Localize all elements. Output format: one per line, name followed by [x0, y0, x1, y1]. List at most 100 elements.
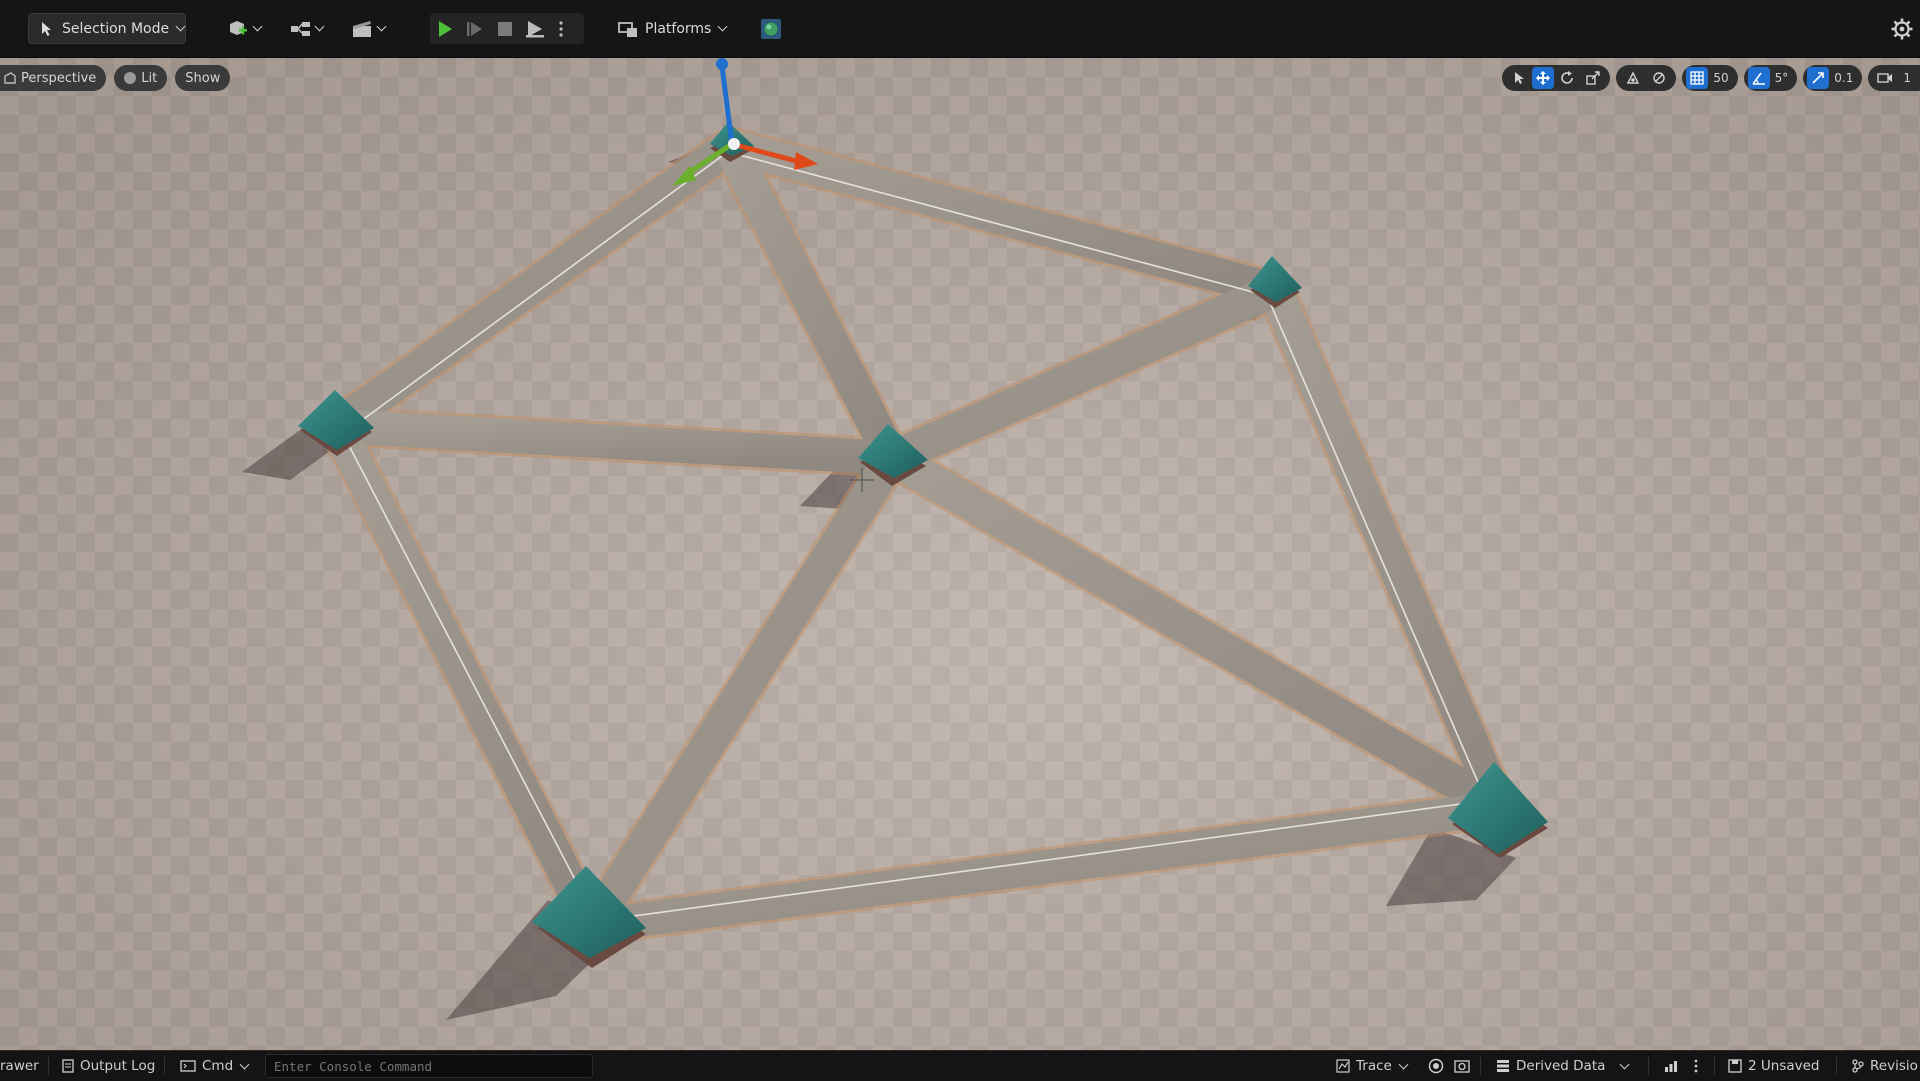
play-controls — [430, 13, 584, 44]
unsaved-icon — [1728, 1059, 1742, 1073]
trace-dropdown[interactable]: Trace — [1336, 1051, 1409, 1081]
unsaved-button[interactable]: 2 Unsaved — [1728, 1051, 1820, 1081]
output-log-icon — [62, 1059, 74, 1073]
perspective-label: Perspective — [21, 70, 97, 86]
stop-button[interactable] — [490, 13, 520, 44]
divider — [1480, 1057, 1481, 1075]
select-tool-button[interactable] — [1506, 65, 1532, 91]
scale-tool-button[interactable] — [1580, 65, 1606, 91]
lit-sphere-icon — [124, 72, 137, 84]
road-network — [319, 126, 1519, 946]
world-local-button[interactable] — [1620, 65, 1646, 91]
scale-snap-toggle[interactable] — [1807, 67, 1830, 89]
grid-snap-toggle[interactable] — [1686, 67, 1709, 89]
advance-frame-button[interactable] — [460, 13, 490, 44]
derived-data-label: Derived Data — [1516, 1058, 1606, 1074]
launch-icon — [526, 20, 544, 37]
angle-icon — [1752, 72, 1765, 85]
source-control-button[interactable] — [758, 13, 784, 44]
sync-options-button[interactable] — [1694, 1051, 1698, 1081]
rotation-snap-group: 5° — [1743, 65, 1798, 91]
more-options-icon — [1694, 1059, 1698, 1073]
selection-mode-button[interactable]: Selection Mode — [28, 13, 186, 44]
scale-snap-icon — [1812, 72, 1825, 84]
platforms-button[interactable]: Platforms — [612, 13, 730, 44]
camera-speed-button[interactable] — [1872, 65, 1898, 91]
selection-mode-label: Selection Mode — [62, 20, 170, 37]
output-log-label: Output Log — [80, 1058, 156, 1074]
rotation-snap-value[interactable]: 5° — [1770, 65, 1794, 91]
perspective-button[interactable]: Perspective — [0, 65, 107, 91]
cinematics-icon — [352, 20, 371, 37]
world-coords-icon — [1627, 71, 1640, 84]
scale-snap-value[interactable]: 0.1 — [1829, 65, 1858, 91]
main-toolbar: Selection Mode Platforms — [0, 0, 1920, 58]
record-trace-button[interactable] — [1428, 1051, 1444, 1081]
settings-icon — [1891, 18, 1913, 40]
divider — [1836, 1057, 1837, 1075]
grid-icon — [1690, 71, 1704, 85]
launch-button[interactable] — [520, 13, 550, 44]
viewport-options-right: 50 5° 0.1 1 — [1502, 65, 1920, 91]
sync-button[interactable] — [1664, 1051, 1678, 1081]
play-icon — [439, 20, 452, 37]
content-drawer-label: rawer — [0, 1058, 39, 1074]
show-label: Show — [185, 70, 221, 86]
cinematics-button[interactable] — [344, 13, 392, 44]
select-arrow-icon — [1515, 72, 1525, 84]
grid-snap-value[interactable]: 50 — [1708, 65, 1733, 91]
derived-data-dropdown[interactable]: Derived Data — [1496, 1051, 1630, 1081]
platforms-icon — [618, 21, 637, 37]
snapshot-button[interactable] — [1454, 1051, 1470, 1081]
divider — [1714, 1057, 1715, 1075]
perspective-icon — [4, 72, 16, 84]
unsaved-label: 2 Unsaved — [1748, 1058, 1820, 1074]
more-options-icon — [559, 20, 563, 37]
scale-snap-group: 0.1 — [1803, 65, 1863, 91]
rotate-icon — [1561, 71, 1574, 84]
trace-icon — [1336, 1059, 1350, 1073]
rotation-snap-toggle[interactable] — [1747, 67, 1770, 89]
level-viewport[interactable]: Perspective Lit Show 50 5° 0.1 1 — [0, 58, 1920, 1050]
lit-label: Lit — [141, 70, 158, 86]
view-mode-button[interactable]: Lit — [114, 65, 168, 91]
output-log-button[interactable]: Output Log — [62, 1051, 155, 1081]
rotate-tool-button[interactable] — [1554, 65, 1580, 91]
console-icon — [180, 1060, 196, 1072]
coordinate-tools — [1616, 65, 1677, 91]
revision-control-label: Revisio — [1870, 1058, 1918, 1074]
status-bar: rawer Output Log Cmd Trace Derived Data … — [0, 1050, 1920, 1080]
console-command-input[interactable] — [265, 1054, 593, 1078]
content-drawer-button[interactable]: rawer — [0, 1051, 39, 1081]
grid-snap-group: 50 — [1682, 65, 1738, 91]
revision-control-icon — [1852, 1059, 1864, 1073]
settings-button[interactable] — [1884, 12, 1920, 46]
move-icon — [1536, 71, 1551, 85]
play-button[interactable] — [430, 13, 460, 44]
chevron-down-icon — [175, 21, 186, 32]
camera-icon — [1877, 73, 1893, 83]
chevron-down-icon — [239, 1059, 250, 1069]
source-control-icon — [761, 18, 781, 39]
blueprint-button[interactable] — [284, 13, 328, 44]
chevron-down-icon — [252, 21, 262, 32]
show-button[interactable]: Show — [175, 65, 231, 91]
stop-icon — [498, 21, 512, 36]
add-actor-icon — [229, 20, 247, 35]
revision-control-button[interactable]: Revisio — [1852, 1051, 1918, 1081]
chevron-down-icon — [1619, 1059, 1630, 1069]
derived-data-icon — [1497, 1060, 1509, 1072]
translate-tool-button[interactable] — [1532, 67, 1555, 89]
cmd-label: Cmd — [202, 1058, 234, 1074]
chevron-down-icon — [717, 21, 728, 32]
surface-snap-button[interactable] — [1646, 65, 1672, 91]
more-options-button[interactable] — [550, 13, 572, 44]
chevron-down-icon — [1398, 1059, 1409, 1069]
platforms-label: Platforms — [645, 20, 712, 37]
add-actor-button[interactable] — [222, 13, 266, 44]
trace-label: Trace — [1356, 1058, 1392, 1074]
camera-speed-value[interactable]: 1 — [1898, 65, 1916, 91]
cmd-dropdown[interactable]: Cmd — [180, 1051, 250, 1081]
record-icon — [1428, 1058, 1444, 1074]
chevron-down-icon — [376, 21, 386, 32]
